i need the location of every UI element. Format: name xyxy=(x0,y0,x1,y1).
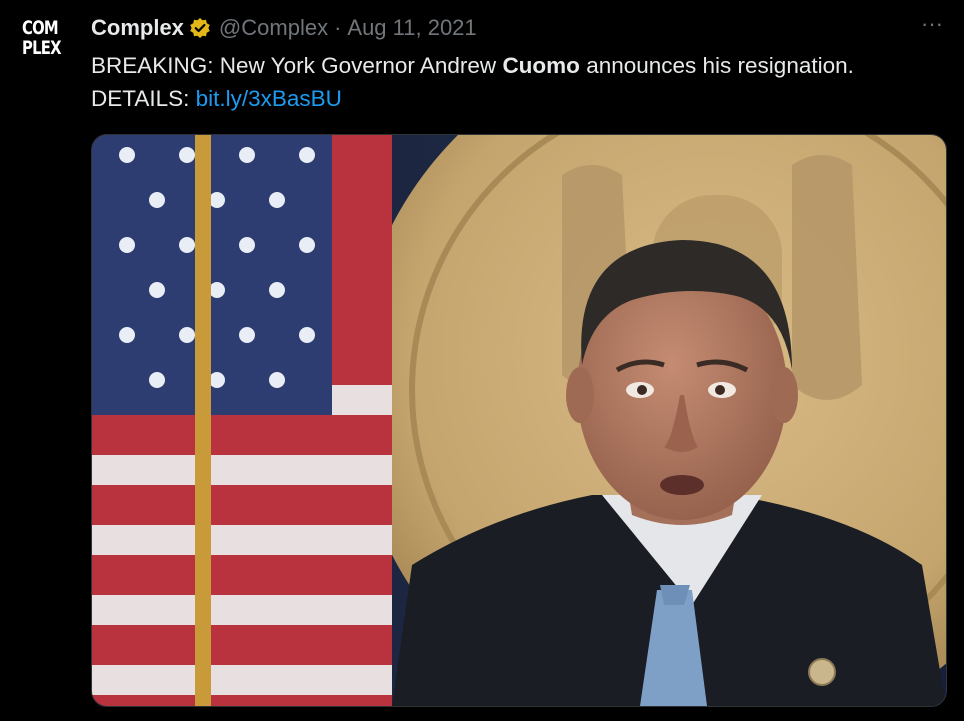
tweet-text-after: announces his resignation. xyxy=(579,53,854,78)
avatar[interactable]: COM PLEX xyxy=(22,17,62,70)
american-flag xyxy=(92,135,392,706)
tweet-header: Complex @Complex · Aug 11, 2021 xyxy=(91,13,477,43)
avatar-logo-line1: COM xyxy=(22,17,59,39)
tweet-media-photo[interactable] xyxy=(91,134,947,707)
header-separator: · xyxy=(334,15,342,40)
tweet-text-line2: DETAILS: bit.ly/3xBasBU xyxy=(91,82,951,115)
photo-illustration xyxy=(92,135,946,706)
tweet-date[interactable]: Aug 11, 2021 xyxy=(347,15,476,41)
tweet-text: BREAKING: New York Governor Andrew Cuomo… xyxy=(91,49,951,115)
tweet-text-before: BREAKING: New York Governor Andrew xyxy=(91,53,503,78)
details-label: DETAILS: xyxy=(91,86,196,111)
verified-badge-icon[interactable] xyxy=(189,17,211,39)
tweet-text-line1: BREAKING: New York Governor Andrew Cuomo… xyxy=(91,49,951,82)
tweet-text-bold: Cuomo xyxy=(502,53,580,78)
more-options-icon[interactable]: ··· xyxy=(918,13,946,40)
tweet-link[interactable]: bit.ly/3xBasBU xyxy=(196,86,342,111)
avatar-logo-line2: PLEX xyxy=(22,37,62,59)
user-handle[interactable]: @Complex xyxy=(219,15,328,41)
display-name[interactable]: Complex xyxy=(91,15,184,41)
